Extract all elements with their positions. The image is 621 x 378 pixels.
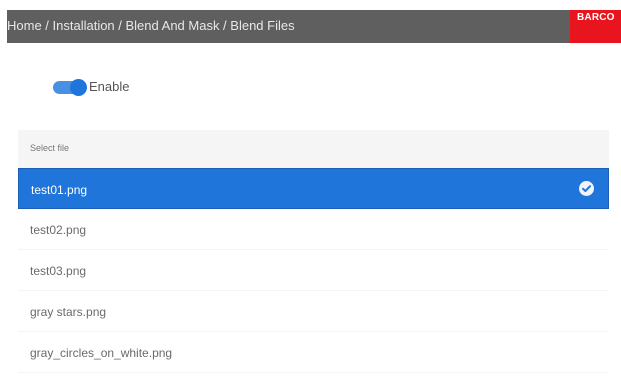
list-item[interactable]: test02.png bbox=[18, 209, 609, 250]
breadcrumb[interactable]: Home / Installation / Blend And Mask / B… bbox=[7, 10, 295, 43]
file-name: test01.png bbox=[31, 183, 88, 197]
file-name: test02.png bbox=[30, 223, 87, 237]
list-item[interactable]: test01.png bbox=[18, 168, 609, 209]
file-name: test03.png bbox=[30, 264, 87, 278]
toggle-label: Enable bbox=[89, 79, 130, 94]
list-header: Select file bbox=[18, 130, 609, 168]
check-circle-icon bbox=[579, 181, 594, 196]
file-name: gray stars.png bbox=[30, 305, 107, 319]
barco-logo: BARCO bbox=[570, 10, 621, 43]
list-header-text: Select file bbox=[30, 143, 70, 153]
list-item[interactable]: test03.png bbox=[18, 250, 609, 291]
header-bar: Home / Installation / Blend And Mask / B… bbox=[7, 10, 621, 43]
list-item[interactable]: gray stars.png bbox=[18, 291, 609, 332]
logo-text: BARCO bbox=[577, 12, 615, 23]
list-item[interactable]: gray_circles_on_white.png bbox=[18, 332, 609, 373]
file-list: Select file test01.png test02.png test03… bbox=[18, 130, 609, 373]
toggle-knob[interactable] bbox=[70, 79, 87, 96]
file-name: gray_circles_on_white.png bbox=[30, 346, 173, 360]
